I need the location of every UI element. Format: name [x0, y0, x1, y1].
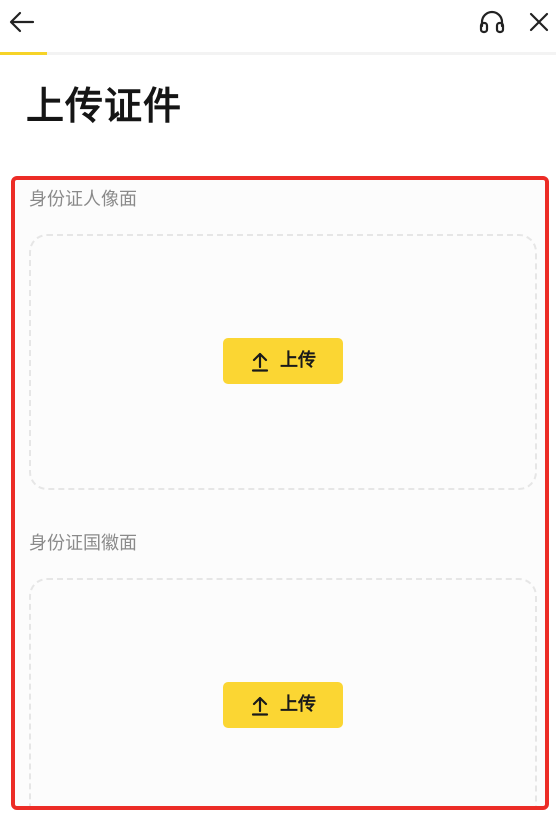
- back-button[interactable]: [0, 0, 44, 44]
- close-icon: [529, 12, 549, 32]
- upload-id-front-button[interactable]: 上传: [223, 338, 343, 384]
- upload-id-back-button[interactable]: 上传: [223, 682, 343, 728]
- id-front-label: 身份证人像面: [29, 189, 137, 210]
- headset-icon: [479, 10, 505, 34]
- arrow-left-icon: [9, 11, 35, 33]
- upload-button-label: 上传: [280, 350, 316, 371]
- upload-area-highlight: 身份证人像面 上传 身份证国徽面 上传: [11, 176, 549, 810]
- upload-button-label: 上传: [280, 694, 316, 715]
- progress-bar-fill: [0, 52, 48, 55]
- top-navigation-bar: [0, 0, 556, 52]
- id-back-upload-box[interactable]: 上传: [29, 578, 537, 806]
- id-back-label: 身份证国徽面: [29, 533, 137, 554]
- upload-arrow-icon: [250, 694, 270, 716]
- upload-documents-page: 上传证件 身份证人像面 上传 身份证国徽面 上传: [0, 0, 556, 814]
- page-title: 上传证件: [26, 84, 183, 128]
- id-front-upload-box[interactable]: 上传: [29, 234, 537, 490]
- upload-arrow-icon: [250, 350, 270, 372]
- customer-support-button[interactable]: [470, 0, 514, 44]
- progress-bar: [0, 52, 556, 55]
- close-button[interactable]: [517, 0, 556, 44]
